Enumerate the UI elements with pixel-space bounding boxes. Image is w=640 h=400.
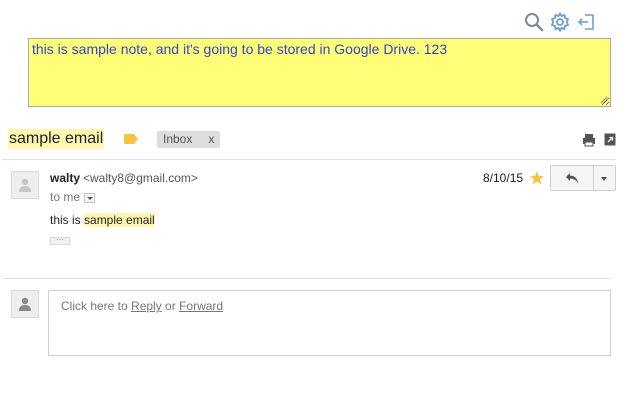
reply-button-group bbox=[550, 165, 616, 191]
show-trimmed-content-button[interactable]: ··· bbox=[50, 236, 70, 245]
more-actions-button[interactable] bbox=[594, 165, 616, 191]
important-label-icon[interactable] bbox=[123, 133, 139, 145]
search-icon[interactable] bbox=[524, 12, 544, 32]
message-date: 8/10/15 bbox=[483, 171, 524, 185]
my-avatar bbox=[11, 290, 39, 318]
forward-link[interactable]: Forward bbox=[179, 299, 223, 313]
note-textarea[interactable]: this is sample note, and it's going to b… bbox=[28, 38, 611, 107]
sign-out-icon[interactable] bbox=[576, 12, 596, 32]
sender-avatar bbox=[11, 171, 39, 199]
sender-name[interactable]: walty bbox=[50, 171, 80, 185]
body-highlight: sample email bbox=[84, 213, 155, 227]
inbox-label-chip: Inbox x bbox=[157, 131, 221, 148]
reply-button[interactable] bbox=[550, 165, 594, 191]
sender-email: <walty8@gmail.com> bbox=[83, 171, 198, 185]
gear-icon[interactable] bbox=[550, 12, 570, 32]
reply-or-text: or bbox=[161, 299, 180, 313]
header-divider bbox=[2, 159, 616, 160]
new-window-icon[interactable] bbox=[604, 133, 616, 146]
remove-label-button[interactable]: x bbox=[208, 131, 214, 148]
person-icon bbox=[19, 297, 31, 311]
resize-handle-icon[interactable] bbox=[600, 96, 608, 104]
inbox-label: Inbox bbox=[163, 132, 193, 146]
reply-icon bbox=[566, 173, 578, 183]
note-text: this is sample note, and it's going to b… bbox=[32, 41, 448, 57]
star-icon[interactable] bbox=[529, 170, 545, 186]
person-icon bbox=[19, 178, 31, 192]
print-icon[interactable] bbox=[582, 133, 596, 147]
message-body: this is sample email bbox=[50, 213, 155, 227]
email-subject: sample email bbox=[8, 129, 105, 149]
body-text: this is bbox=[50, 213, 85, 227]
message-divider bbox=[2, 278, 611, 279]
reply-box[interactable]: Click here to Reply or Forward bbox=[48, 290, 611, 356]
reply-link[interactable]: Reply bbox=[131, 299, 162, 313]
show-details-dropdown[interactable] bbox=[84, 193, 95, 203]
recipient-text: to me bbox=[50, 190, 81, 204]
reply-prompt-text: Click here to bbox=[61, 299, 132, 313]
